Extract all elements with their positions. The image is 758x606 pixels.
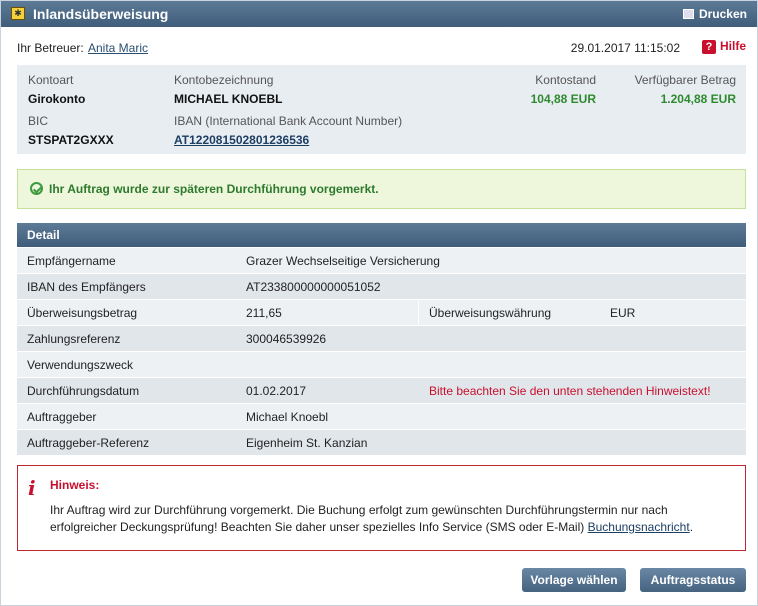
empfaenger-label: Empfängername [27, 254, 116, 268]
referenz-value: 300046539926 [246, 332, 327, 346]
success-message-box: Ihr Auftrag wurde zur späteren Durchführ… [17, 169, 746, 209]
help-icon: ? [701, 40, 716, 54]
waehrung-value: EUR [610, 306, 636, 320]
table-row: Zahlungsreferenz 300046539926 [17, 325, 746, 351]
auftraggeber-label: Auftraggeber [27, 410, 97, 424]
kontostand-label: Kontostand [535, 73, 596, 87]
help-label: Hilfe [719, 39, 746, 53]
durchfuehrungsdatum-value: 01.02.2017 [246, 384, 307, 398]
waehrung-label: Überweisungswährung [429, 306, 552, 320]
betrag-label: Überweisungsbetrag [27, 306, 138, 320]
account-summary: Kontoart Girokonto Kontobezeichnung MICH… [17, 65, 746, 154]
check-circle-icon [30, 182, 43, 195]
help-button[interactable]: ? Hilfe [701, 39, 746, 54]
hint-suffix: . [689, 520, 694, 534]
title-bar: ✱ Inlandsüberweisung Drucken [1, 1, 757, 27]
durchfuehrungsdatum-label: Durchführungsdatum [27, 384, 140, 398]
iban-link[interactable]: AT122081502801236536 [174, 133, 309, 147]
buchungsnachricht-link[interactable]: Buchungsnachricht [588, 520, 690, 534]
kontobezeichnung-label: Kontobezeichnung [174, 73, 274, 87]
referenz-label: Zahlungsreferenz [27, 332, 121, 346]
verfuegbar-value: 1.204,88 EUR [660, 92, 736, 106]
betreuer-label: Ihr Betreuer: [17, 41, 84, 55]
table-row: Durchführungsdatum 01.02.2017 Bitte beac… [17, 377, 746, 403]
detail-table: Detail Empfängername Grazer Wechselseiti… [17, 223, 746, 455]
success-message: Ihr Auftrag wurde zur späteren Durchführ… [49, 182, 379, 196]
table-row: Verwendungszweck [17, 351, 746, 377]
transfer-icon: ✱ [11, 7, 25, 20]
print-label: Drucken [698, 7, 747, 21]
table-row: Empfängername Grazer Wechselseitige Vers… [17, 247, 746, 273]
hint-box: i Hinweis: Ihr Auftrag wird zur Durchfüh… [17, 465, 746, 551]
timestamp: 29.01.2017 11:15:02 [570, 41, 680, 55]
hint-title: Hinweis: [50, 478, 100, 492]
hint-text: Ihr Auftrag wird zur Durchführung vorgem… [50, 502, 730, 536]
empfaenger-value: Grazer Wechselseitige Versicherung [246, 254, 440, 268]
vorlage-waehlen-button[interactable]: Vorlage wählen [522, 568, 626, 592]
header-row: Ihr Betreuer: Anita Maric 29.01.2017 11:… [17, 39, 746, 57]
betreuer-link[interactable]: Anita Maric [88, 41, 148, 55]
column-divider [418, 300, 419, 325]
verfuegbar-label: Verfügbarer Betrag [634, 73, 736, 87]
auftraggeber-referenz-value: Eigenheim St. Kanzian [246, 436, 368, 450]
date-warning-note: Bitte beachten Sie den unten stehenden H… [429, 384, 711, 398]
table-row: IBAN des Empfängers AT233800000000051052 [17, 273, 746, 299]
kontoart-value: Girokonto [28, 92, 86, 106]
table-row: Auftraggeber Michael Knoebl [17, 403, 746, 429]
auftraggeber-referenz-label: Auftraggeber-Referenz [27, 436, 150, 450]
hint-body: Ihr Auftrag wird zur Durchführung vorgem… [50, 503, 668, 534]
bic-label: BIC [28, 114, 49, 128]
kontobezeichnung-value: MICHAEL KNOEBL [174, 92, 283, 106]
auftraggeber-value: Michael Knoebl [246, 410, 329, 424]
betrag-value: 211,65 [246, 306, 282, 320]
bic-value: STSPAT2GXXX [28, 133, 114, 147]
table-row: Auftraggeber-Referenz Eigenheim St. Kanz… [17, 429, 746, 455]
table-row: Überweisungsbetrag 211,65 Überweisungswä… [17, 299, 746, 325]
print-button[interactable]: Drucken [682, 7, 747, 21]
empfaenger-iban-value: AT233800000000051052 [246, 280, 381, 294]
kontoart-label: Kontoart [28, 73, 74, 87]
window-title: Inlandsüberweisung [33, 6, 169, 22]
iban-label: IBAN (International Bank Account Number) [174, 114, 403, 128]
detail-header: Detail [17, 223, 746, 247]
printer-icon [682, 9, 694, 19]
empfaenger-iban-label: IBAN des Empfängers [27, 280, 146, 294]
auftragsstatus-button[interactable]: Auftragsstatus [640, 568, 746, 592]
verwendungszweck-label: Verwendungszweck [27, 358, 134, 372]
info-icon: i [28, 476, 36, 500]
kontostand-value: 104,88 EUR [530, 92, 596, 106]
transfer-window: ✱ Inlandsüberweisung Drucken Ihr Betreue… [0, 0, 758, 606]
